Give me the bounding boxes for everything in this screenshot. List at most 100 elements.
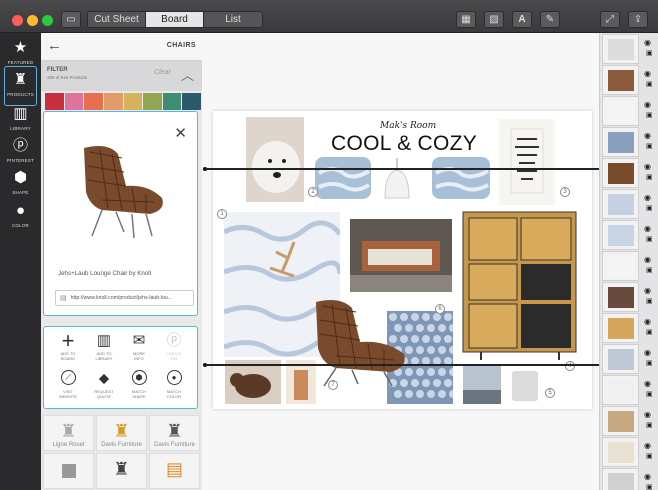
close-icon[interactable]: ✕ — [174, 124, 187, 142]
eye-icon[interactable]: ◉ — [644, 255, 651, 264]
lock-icon[interactable]: ▣ — [646, 483, 653, 490]
layer-thumbnail[interactable] — [602, 344, 639, 374]
tab-list[interactable]: List — [204, 12, 262, 27]
bear-photo-image[interactable] — [225, 360, 281, 404]
layer-row[interactable]: ◉ ▣ — [602, 34, 654, 65]
layer-row[interactable]: ◉ ▣ — [602, 96, 654, 127]
lock-icon[interactable]: ▣ — [646, 266, 653, 274]
match-color-button[interactable]: ● MATCH COLOR — [156, 370, 192, 399]
color-swatch[interactable] — [103, 93, 123, 110]
image-button[interactable]: ▨ — [484, 11, 504, 28]
grid-item[interactable] — [43, 453, 94, 489]
color-swatch[interactable] — [45, 93, 64, 110]
layer-thumbnail[interactable] — [602, 189, 639, 219]
eye-icon[interactable]: ◉ — [644, 348, 651, 357]
eye-icon[interactable]: ◉ — [644, 224, 651, 233]
grid-item[interactable]: ♜ Davis Furniture — [96, 415, 147, 451]
sidebar-toggle-button[interactable]: ▭ — [61, 11, 81, 28]
lock-icon[interactable]: ▣ — [646, 111, 653, 119]
more-info-button[interactable]: ✉ MORE INFO — [121, 332, 157, 361]
add-to-board-button[interactable]: + ADD TO BOARD — [50, 330, 86, 362]
lock-icon[interactable]: ▣ — [646, 421, 653, 429]
product-url-field[interactable]: ▤ http://www.knoll.com/product/jehs-laub… — [55, 290, 194, 306]
layer-thumbnail[interactable] — [602, 468, 639, 490]
grid-item[interactable]: ♜ — [96, 453, 147, 489]
tab-board[interactable]: Board — [146, 12, 204, 27]
lounge-chair-image[interactable] — [296, 296, 416, 388]
layer-row[interactable]: ◉ ▣ — [602, 344, 654, 375]
filter-clear-button[interactable]: Clear — [154, 69, 171, 76]
color-swatch[interactable] — [123, 93, 143, 110]
layer-row[interactable]: ◉ ▣ — [602, 375, 654, 406]
eye-icon[interactable]: ◉ — [644, 193, 651, 202]
layer-thumbnail[interactable] — [602, 313, 639, 343]
eye-icon[interactable]: ◉ — [644, 441, 651, 450]
grid-item[interactable]: ▤ — [149, 453, 200, 489]
layer-row[interactable]: ◉ ▣ — [602, 251, 654, 282]
typography-print-image[interactable] — [499, 119, 555, 205]
lock-icon[interactable]: ▣ — [646, 173, 653, 181]
layer-thumbnail[interactable] — [602, 282, 639, 312]
layer-row[interactable]: ◉ ▣ — [602, 437, 654, 468]
layer-thumbnail[interactable] — [602, 127, 639, 157]
polar-bear-image[interactable] — [246, 117, 304, 202]
request-quote-button[interactable]: ⬥ REQUEST QUOTE — [86, 370, 122, 399]
rail-item-products[interactable]: ♜ PRODUCTS — [4, 66, 37, 106]
share-button[interactable]: ⇪ — [628, 11, 648, 28]
color-swatch[interactable] — [143, 93, 162, 110]
lock-icon[interactable]: ▣ — [646, 49, 653, 57]
eye-icon[interactable]: ◉ — [644, 472, 651, 481]
storage-unit-image[interactable] — [461, 210, 578, 362]
layer-row[interactable]: ◉ ▣ — [602, 220, 654, 251]
layer-row[interactable]: ◉ ▣ — [602, 313, 654, 344]
add-to-library-button[interactable]: ▥ ADD TO LIBRARY — [86, 332, 122, 361]
chevron-up-icon[interactable]: ︿ — [181, 65, 194, 84]
bag-image[interactable] — [508, 363, 542, 403]
layer-thumbnail[interactable] — [602, 158, 639, 188]
bed-image[interactable] — [350, 219, 452, 292]
color-swatch[interactable] — [162, 93, 182, 110]
visit-website-button[interactable]: ⟋ VISIT WEBSITE — [50, 370, 86, 399]
layer-row[interactable]: ◉ ▣ — [602, 406, 654, 437]
color-swatch[interactable] — [182, 93, 201, 110]
expand-button[interactable]: ⤢ — [600, 11, 620, 28]
layer-row[interactable]: ◉ ▣ — [602, 189, 654, 220]
layer-thumbnail[interactable] — [602, 34, 639, 64]
minimize-window-button[interactable] — [27, 15, 38, 26]
layer-thumbnail[interactable] — [602, 220, 639, 250]
eye-icon[interactable]: ◉ — [644, 162, 651, 171]
text-button[interactable]: A — [512, 11, 532, 28]
layer-row[interactable]: ◉ ▣ — [602, 127, 654, 158]
layer-row[interactable]: ◉ ▣ — [602, 158, 654, 189]
layer-row[interactable]: ◉ ▣ — [602, 65, 654, 96]
eye-icon[interactable]: ◉ — [644, 410, 651, 419]
pillow-image[interactable] — [430, 155, 492, 201]
layer-thumbnail[interactable] — [602, 406, 639, 436]
lock-icon[interactable]: ▣ — [646, 328, 653, 336]
back-arrow-icon[interactable]: ← — [47, 37, 62, 54]
tab-cut-sheet[interactable]: Cut Sheet — [88, 12, 146, 27]
lock-icon[interactable]: ▣ — [646, 297, 653, 305]
eye-icon[interactable]: ◉ — [644, 131, 651, 140]
eye-icon[interactable]: ◉ — [644, 317, 651, 326]
eye-icon[interactable]: ◉ — [644, 379, 651, 388]
eye-icon[interactable]: ◉ — [644, 69, 651, 78]
pen-button[interactable]: ✎ — [540, 11, 560, 28]
lock-icon[interactable]: ▣ — [646, 390, 653, 398]
color-swatch[interactable] — [64, 93, 84, 110]
lock-icon[interactable]: ▣ — [646, 204, 653, 212]
eye-icon[interactable]: ◉ — [644, 38, 651, 47]
zoom-window-button[interactable] — [42, 15, 53, 26]
close-window-button[interactable] — [12, 15, 23, 26]
grid-item[interactable]: ♜ Davis Furniture — [149, 415, 200, 451]
landscape-image[interactable] — [463, 366, 501, 404]
color-swatch[interactable] — [84, 93, 103, 110]
grid-item[interactable]: ♜ Ligne Roset — [43, 415, 94, 451]
rail-item-color[interactable]: ● COLOR — [4, 198, 37, 238]
lock-icon[interactable]: ▣ — [646, 452, 653, 460]
layer-thumbnail[interactable] — [602, 251, 639, 281]
layer-row[interactable]: ◉ ▣ — [602, 282, 654, 313]
lock-icon[interactable]: ▣ — [646, 80, 653, 88]
layer-thumbnail[interactable] — [602, 437, 639, 467]
layer-thumbnail[interactable] — [602, 375, 639, 405]
